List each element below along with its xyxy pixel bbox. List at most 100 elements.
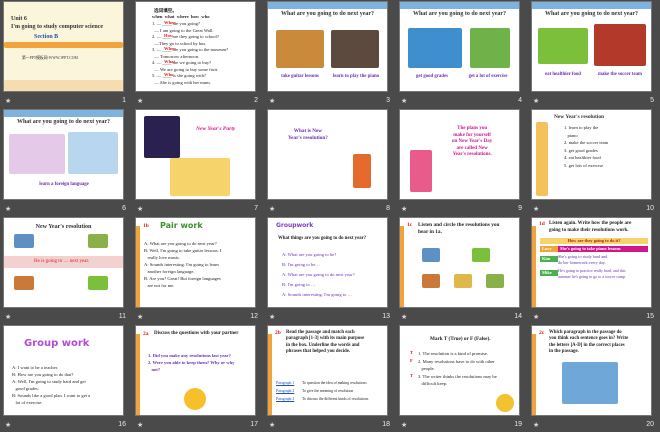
slide-thumb-13[interactable]: Groupwork What things are you going to d… — [264, 216, 396, 324]
slide-thumb-17[interactable]: 2a Discuss the questions with your partn… — [132, 324, 264, 432]
picture-4 — [454, 274, 472, 288]
pair-work-wordart: Pair work — [160, 221, 203, 230]
slide-canvas: 选词填空。 when what where how who 1. — ____ … — [136, 2, 255, 91]
slide-heading: Listen again. Write how the people are g… — [549, 221, 632, 233]
slide-thumb-20[interactable]: 2c Which paragraph in the passage do you… — [528, 324, 660, 432]
row-lucy: She's going to take piano lessons — [558, 246, 648, 252]
slide-heading: Which paragraph in the passage do you th… — [549, 330, 629, 355]
caption-guitar: take guitar lessons — [281, 74, 319, 79]
slide-title: New Year's Party — [196, 126, 236, 132]
star-icon: ★ — [401, 421, 408, 429]
slide-number: 15 — [646, 313, 654, 320]
slide-number: 8 — [386, 205, 390, 212]
paragraph-3: Paragraph 3 — [276, 397, 295, 401]
slide-number: 17 — [250, 421, 258, 428]
group-work-wordart: Groupwork — [276, 222, 314, 229]
star-icon: ★ — [401, 313, 408, 321]
slide-thumb-4[interactable]: What are you going to do next year? get … — [396, 0, 528, 108]
slide-thumb-6[interactable]: What are you going to do next year? lear… — [0, 108, 132, 216]
piano-photo — [331, 30, 379, 68]
slide-number: 6 — [122, 205, 126, 212]
slide-thumb-18[interactable]: 2b Read the passage and match each parag… — [264, 324, 396, 432]
star-icon: ★ — [137, 313, 144, 321]
name-mike: Mike — [540, 270, 558, 276]
exercise-label: 2b — [275, 330, 281, 336]
slide-subtitle: Section B — [34, 34, 59, 40]
name-kim: Kim — [540, 256, 558, 262]
slide-title: What are you going to do next year? — [412, 11, 507, 17]
slide-thumb-5[interactable]: What are you going to do next year? eat … — [528, 0, 660, 108]
exercise-label: 1c — [407, 222, 413, 228]
star-icon: ★ — [269, 313, 276, 321]
slide-thumb-19[interactable]: Mark T (True) or F (False). 1. The resol… — [396, 324, 528, 432]
slide-thumb-11[interactable]: New Year's resolution He is going to … n… — [0, 216, 132, 324]
slide-question: What is New Year's resolution? — [288, 128, 328, 141]
accent-bar — [136, 334, 140, 415]
slide-thumb-14[interactable]: 1c Listen and circle the resolutions you… — [396, 216, 528, 324]
dialogue-lines: A: What are you going to do next year? B… — [144, 241, 222, 288]
row-kim: She's going to study hard and do her hom… — [558, 254, 608, 265]
group-work-wordart: Group work — [24, 338, 90, 349]
picture-5 — [486, 274, 504, 288]
slide-thumb-2[interactable]: 选词填空。 when what where how who 1. — ____ … — [132, 0, 264, 108]
slide-title: What are you going to do next year? — [280, 11, 375, 17]
slide-title: Unit 6 I'm going to study computer scien… — [11, 16, 104, 30]
slide-footer: 第一PPT模板网-WWW.1PPT.COM — [22, 56, 78, 60]
food-photo — [538, 28, 588, 64]
accent-bar — [532, 334, 536, 415]
slide-heading: Mark T (True) or F (False). — [430, 336, 491, 342]
header-bar — [268, 2, 387, 9]
exercise-picture — [470, 28, 510, 68]
slide-thumb-10[interactable]: New Year's resolution 1. learn to play t… — [528, 108, 660, 216]
slide-canvas: 1c Listen and circle the resolutions you… — [400, 218, 519, 307]
slide-number: 3 — [386, 97, 390, 104]
word-bank: when what where how who — [152, 14, 210, 19]
slide-heading: Discuss the questions with your partner — [154, 331, 239, 336]
slide-heading: Read the passage and match each paragrap… — [286, 330, 365, 355]
star-icon: ★ — [533, 313, 540, 321]
dialogue-lines: A: What are you going to be? B: I'm goin… — [282, 252, 355, 297]
slide-number: 14 — [514, 313, 522, 320]
slide-canvas: 1b Pair work A: What are you going to do… — [136, 218, 255, 307]
star-icon: ★ — [137, 421, 144, 429]
purpose-3: To discuss the different kinds of resolu… — [302, 397, 369, 401]
star-icon: ★ — [533, 421, 540, 429]
slide-thumb-7[interactable]: New Year's Party ★ 7 — [132, 108, 264, 216]
slide-thumb-9[interactable]: The plans you make for yourself on New Y… — [396, 108, 528, 216]
caption-soccer: make the soccer team — [598, 72, 642, 77]
slide-thumb-8[interactable]: What is New Year's resolution? ★ 8 — [264, 108, 396, 216]
purpose-2: To give the meaning of resolution — [302, 389, 354, 393]
slide-thumb-15[interactable]: 1d Listen again. Write how the people ar… — [528, 216, 660, 324]
caption-piano: learn to play the piano — [332, 74, 380, 79]
purpose-1: To question the idea of making resolutio… — [302, 381, 367, 385]
caption-language: learn a foreign language — [39, 182, 89, 187]
slide-title: New Year's resolution — [35, 224, 92, 230]
picture-2 — [472, 248, 490, 262]
slide-number: 1 — [122, 97, 126, 104]
slide-thumb-12[interactable]: 1b Pair work A: What are you going to do… — [132, 216, 264, 324]
slide-canvas: New Year's Party — [136, 110, 255, 199]
slide-number: 18 — [382, 421, 390, 428]
slide-number: 20 — [646, 421, 654, 428]
girl-cartoon — [353, 154, 371, 188]
slide-canvas: Group work A: I want to be a teacher. B:… — [4, 326, 123, 415]
party-kids-picture — [170, 158, 230, 196]
left-strip — [536, 122, 548, 196]
slide-thumb-1[interactable]: Unit 6 I'm going to study computer scien… — [0, 0, 132, 108]
soccer-photo — [594, 24, 646, 66]
exercise-label: 2a — [143, 331, 149, 337]
statement-lines: 1. The resolution is a kind of promise. … — [418, 351, 497, 386]
name-lucy: Lucy — [540, 246, 558, 252]
question-lines: 1. Did you make any resolutions last yea… — [148, 353, 235, 372]
accent-bar — [532, 226, 536, 307]
slide-canvas: New Year's resolution He is going to … n… — [4, 218, 123, 307]
slide-canvas: What are you going to do next year? eat … — [532, 2, 651, 91]
slide-number: 13 — [382, 313, 390, 320]
slide-thumb-3[interactable]: What are you going to do next year? take… — [264, 0, 396, 108]
resolution-list: 1. learn to play the piano 2. make the s… — [564, 125, 609, 168]
slide-title: What are you going to do next year? — [16, 119, 111, 125]
answer-1: When — [164, 20, 176, 25]
star-icon: ★ — [401, 205, 408, 213]
slide-thumb-16[interactable]: Group work A: I want to be a teacher. B:… — [0, 324, 132, 432]
grades-picture — [408, 28, 462, 68]
